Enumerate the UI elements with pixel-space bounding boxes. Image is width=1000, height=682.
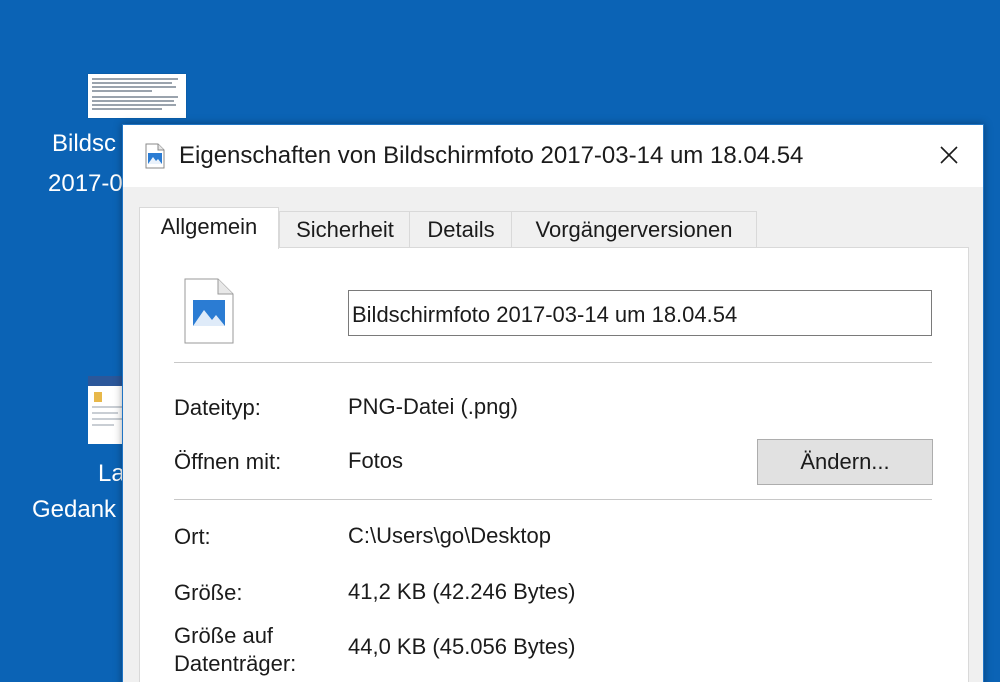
png-file-icon	[184, 278, 234, 344]
desktop-icon-label-line2[interactable]: 2017-0	[48, 170, 123, 198]
dialog-body: Allgemein Sicherheit Details Vorgängerve…	[123, 187, 983, 682]
screenshot-thumbnail-icon[interactable]	[88, 74, 186, 118]
groesse-datentraeger-label-line1: Größe auf	[174, 623, 274, 648]
desktop-icon-2-label-line2[interactable]: Gedank	[32, 496, 116, 524]
groesse-datentraeger-value: 44,0 KB (45.056 Bytes)	[348, 634, 576, 659]
divider	[174, 499, 932, 500]
tab-allgemein[interactable]: Allgemein	[139, 207, 279, 249]
aendern-button[interactable]: Ändern...	[757, 439, 933, 485]
ort-value: C:\Users\go\Desktop	[348, 523, 551, 548]
dateityp-value: PNG-Datei (.png)	[348, 394, 518, 419]
dialog-title: Eigenschaften von Bildschirmfoto 2017-03…	[179, 142, 804, 169]
groesse-datentraeger-label-line2: Datenträger:	[174, 651, 297, 676]
close-button[interactable]	[927, 135, 971, 175]
ort-label: Ort:	[174, 524, 211, 549]
oeffnen-mit-label: Öffnen mit:	[174, 449, 282, 474]
groesse-value: 41,2 KB (42.246 Bytes)	[348, 579, 576, 604]
dateityp-label: Dateityp:	[174, 395, 261, 420]
tab-sicherheit[interactable]: Sicherheit	[279, 211, 411, 248]
image-file-icon	[145, 143, 165, 169]
desktop-icon-label-line1[interactable]: Bildsc	[52, 130, 116, 158]
filename-input[interactable]	[348, 290, 932, 336]
tab-vorgaengerversionen[interactable]: Vorgängerversionen	[511, 211, 757, 248]
tab-details[interactable]: Details	[409, 211, 513, 248]
oeffnen-mit-value: Fotos	[348, 448, 404, 473]
close-icon	[940, 146, 958, 164]
desktop: Bildsc 2017-0 La Gedank Eigenschaften vo…	[0, 0, 1000, 682]
groesse-label: Größe:	[174, 580, 243, 605]
title-bar[interactable]: Eigenschaften von Bildschirmfoto 2017-03…	[123, 125, 983, 187]
divider	[174, 362, 932, 363]
general-panel: Dateityp: PNG-Datei (.png) Öffnen mit: F…	[139, 247, 969, 682]
desktop-icon-2-label-line1[interactable]: La	[98, 460, 125, 488]
properties-dialog: Eigenschaften von Bildschirmfoto 2017-03…	[122, 124, 984, 682]
